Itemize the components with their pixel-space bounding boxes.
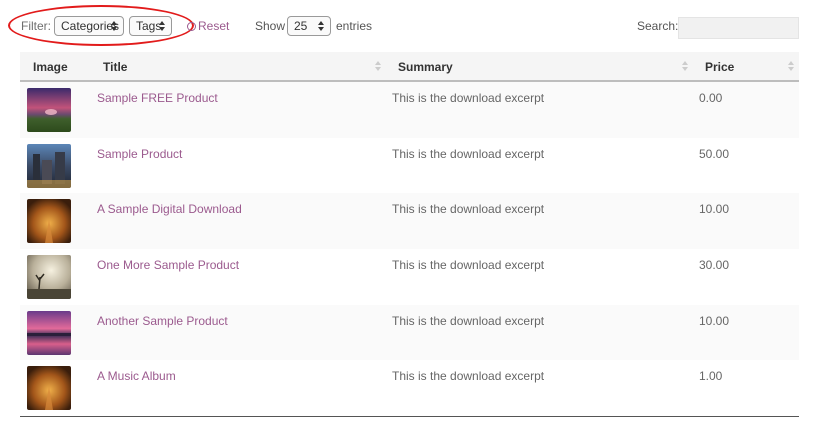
sort-icon[interactable]	[375, 61, 381, 73]
product-price: 50.00	[699, 146, 730, 161]
product-price: 10.00	[699, 202, 730, 217]
table-row: Another Sample Product This is the downl…	[20, 304, 799, 361]
show-label: Show	[255, 19, 286, 33]
reset-icon	[187, 22, 196, 31]
product-summary: This is the download excerpt	[392, 146, 545, 161]
column-header-title[interactable]: Title	[103, 60, 127, 74]
search-label: Search:	[637, 19, 679, 33]
downloads-table: Image Title Summary Price Sample FREE Pr…	[20, 52, 799, 418]
product-title-link[interactable]: Sample FREE Product	[97, 91, 218, 105]
entries-select-value: 25	[294, 19, 308, 33]
table-row: Sample FREE Product This is the download…	[20, 82, 799, 138]
table-toolbar: Filter: Categories Tags Reset Show 25 en…	[0, 0, 820, 52]
table-row: One More Sample Product This is the down…	[20, 249, 799, 305]
sort-icon[interactable]	[682, 61, 688, 73]
table-row: A Sample Digital Download This is the do…	[20, 193, 799, 250]
column-header-price[interactable]: Price	[705, 60, 734, 74]
sort-icon[interactable]	[788, 61, 794, 73]
table-header: Image Title Summary Price	[20, 52, 799, 82]
column-header-image: Image	[33, 60, 68, 74]
product-summary: This is the download excerpt	[392, 313, 545, 328]
reset-label: Reset	[198, 19, 230, 33]
product-thumbnail[interactable]	[27, 88, 71, 132]
product-price: 10.00	[699, 313, 730, 328]
search-input[interactable]	[678, 17, 799, 39]
product-thumbnail[interactable]	[27, 366, 71, 411]
product-thumbnail[interactable]	[27, 143, 71, 188]
entries-per-page-select[interactable]: 25	[287, 16, 331, 36]
reset-link[interactable]: Reset	[187, 19, 229, 33]
entries-label: entries	[336, 19, 373, 33]
table-row: A Music Album This is the download excer…	[20, 360, 799, 417]
product-summary: This is the download excerpt	[392, 369, 545, 384]
product-title-link[interactable]: A Music Album	[97, 369, 176, 383]
product-title-link[interactable]: One More Sample Product	[97, 258, 239, 272]
product-title-link[interactable]: Another Sample Product	[97, 314, 228, 328]
product-title-link[interactable]: Sample Product	[97, 147, 182, 161]
column-header-summary[interactable]: Summary	[398, 60, 453, 74]
product-price: 30.00	[699, 258, 730, 273]
product-title-link[interactable]: A Sample Digital Download	[97, 202, 242, 216]
product-price: 1.00	[699, 369, 723, 384]
product-summary: This is the download excerpt	[392, 91, 545, 105]
select-arrows-icon	[318, 19, 326, 33]
table-row: Sample Product This is the download exce…	[20, 137, 799, 194]
product-thumbnail[interactable]	[27, 255, 71, 300]
table-bottom-border	[20, 416, 799, 418]
product-summary: This is the download excerpt	[392, 258, 545, 273]
product-summary: This is the download excerpt	[392, 202, 545, 217]
product-thumbnail[interactable]	[27, 310, 71, 355]
red-highlight-ellipse	[8, 5, 194, 46]
product-price: 0.00	[699, 91, 723, 105]
product-thumbnail[interactable]	[27, 199, 71, 244]
